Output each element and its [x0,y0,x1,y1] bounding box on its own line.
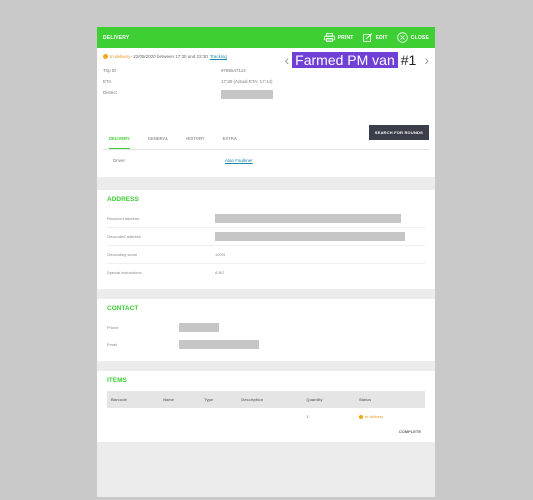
trip-id-row: Trip ID 9786547114 [103,68,429,73]
complete-button[interactable]: COMPLETE [107,429,425,434]
van-navigation: ‹ Farmed PM van #1 › [284,52,429,68]
search-rounds-button[interactable]: SEARCH FOR ROUNDS [368,125,429,140]
item-status-badge: In delivery [358,414,421,419]
col-barcode: Barcode [107,391,160,408]
district-row: District [103,90,429,99]
delivery-panel: DELIVERY PRINT EDIT CLOSE In delivery - … [97,27,435,497]
geocoding-score-value: 100% [215,252,226,257]
van-name: Farmed PM van [292,52,398,68]
tracking-link[interactable]: Tracking [210,54,227,59]
resolved-address-row: Resolved address [107,210,425,228]
address-section: ADDRESS Resolved address Geocoded addres… [97,190,435,289]
close-label: CLOSE [410,34,429,41]
phone-row: Phone [107,319,425,336]
col-quantity: Quantity [302,391,355,408]
col-status: Status [354,391,425,408]
driver-label: Driver [113,158,125,163]
chevron-left-icon[interactable]: ‹ [284,53,289,67]
print-button[interactable]: PRINT [323,33,354,42]
item-status: In delivery [364,414,384,419]
geocoding-score-label: Geocoding score [107,252,138,257]
special-instructions-row: Special instructions A BG [107,264,425,281]
col-name: Name [159,391,201,408]
district-label: District [103,90,117,95]
resolved-address-label: Resolved address [107,216,140,221]
special-instructions-label: Special instructions [107,270,142,275]
driver-row: Driver Alan Faulkner [103,150,429,173]
delivery-header: In delivery - 22/09/2020 between 17:30 a… [97,48,435,177]
items-table: Barcode Name Type Description Quantity S… [107,391,425,425]
close-icon [397,32,408,43]
top-bar: DELIVERY PRINT EDIT CLOSE [97,27,435,48]
table-row: 1 In delivery [107,408,425,425]
status-dot-icon [103,54,108,59]
phone-redacted [179,323,219,332]
chevron-right-icon[interactable]: › [424,53,429,67]
email-redacted [179,340,259,349]
driver-link[interactable]: Alan Faulkner [225,158,253,163]
trip-id-value: 9786547114 [221,68,246,73]
address-title: ADDRESS [107,196,139,203]
district-redacted [221,90,273,99]
geocoded-address-redacted [215,232,405,241]
items-header-row: Barcode Name Type Description Quantity S… [107,391,425,408]
close-button[interactable]: CLOSE [397,32,429,43]
special-instructions-value: A BG [215,270,225,275]
status-dot-icon [358,414,363,419]
email-label: Email [107,342,118,347]
edit-button[interactable]: EDIT [362,33,388,42]
eta-value: 17:30 (Actual ETA: 17:14) [221,79,273,84]
col-type: Type [200,391,238,408]
tab-delivery[interactable]: DELIVERY [109,133,130,149]
col-description: Description [237,391,303,408]
resolved-address-redacted [215,214,401,223]
geocoded-address-row: Geocoded address [107,228,425,246]
edit-icon [362,33,372,42]
tab-history[interactable]: HISTORY [186,133,204,148]
status-text: In delivery [110,54,131,59]
print-label: PRINT [337,34,354,41]
phone-label: Phone [107,325,119,330]
printer-icon [323,33,335,42]
items-section: ITEMS Barcode Name Type Description Quan… [97,371,435,442]
status-detail: - 22/09/2020 between 17:30 and 22:30 [130,54,208,59]
trip-id-label: Trip ID [103,68,117,73]
geocoding-score-row: Geocoding score 100% [107,246,425,264]
contact-section: CONTACT Phone Email [97,299,435,361]
tab-extra[interactable]: EXTRA [223,133,237,148]
tab-general[interactable]: GENERAL [148,133,168,148]
geocoded-address-label: Geocoded address [107,234,141,239]
panel-title: DELIVERY [103,34,130,41]
van-number: #1 [400,52,417,68]
items-title: ITEMS [107,377,127,384]
contact-title: CONTACT [107,305,139,312]
item-quantity: 1 [306,414,309,419]
email-row: Email [107,336,425,353]
edit-label: EDIT [375,34,388,41]
eta-label: ETA [103,79,112,84]
eta-row: ETA 17:30 (Actual ETA: 17:14) [103,79,429,84]
